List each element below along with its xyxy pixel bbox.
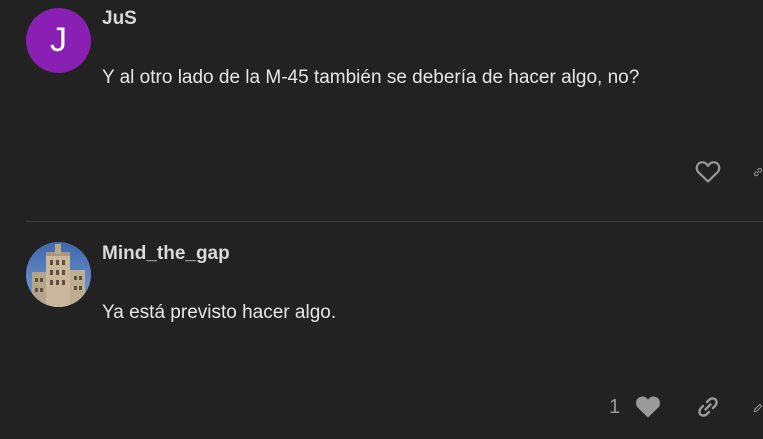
like-button[interactable] bbox=[693, 158, 723, 186]
building-photo bbox=[26, 242, 91, 307]
username[interactable]: Mind_the_gap bbox=[102, 243, 230, 265]
post-jus: J JuS Y al otro lado de la M-45 también … bbox=[0, 0, 763, 222]
share-link-button[interactable] bbox=[694, 393, 722, 421]
post-body: Ya está previsto hacer algo. bbox=[102, 302, 337, 323]
pencil-icon bbox=[753, 403, 763, 413]
post-divider bbox=[26, 221, 763, 222]
like-button[interactable] bbox=[633, 393, 663, 421]
heart-icon bbox=[695, 161, 721, 183]
share-link-button[interactable] bbox=[751, 158, 763, 186]
edit-button[interactable] bbox=[751, 395, 763, 421]
avatar[interactable] bbox=[26, 242, 91, 307]
link-icon bbox=[753, 167, 763, 177]
post-mind-the-gap: Mind_the_gap Ya está previsto hacer algo… bbox=[0, 223, 763, 439]
topic-thread: J JuS Y al otro lado de la M-45 también … bbox=[0, 0, 763, 439]
link-icon bbox=[698, 397, 718, 417]
heart-icon bbox=[636, 396, 660, 418]
avatar[interactable]: J bbox=[26, 8, 91, 73]
post-body: Y al otro lado de la M-45 también se deb… bbox=[102, 67, 640, 88]
username[interactable]: JuS bbox=[102, 8, 137, 30]
like-count[interactable]: 1 bbox=[609, 396, 620, 419]
